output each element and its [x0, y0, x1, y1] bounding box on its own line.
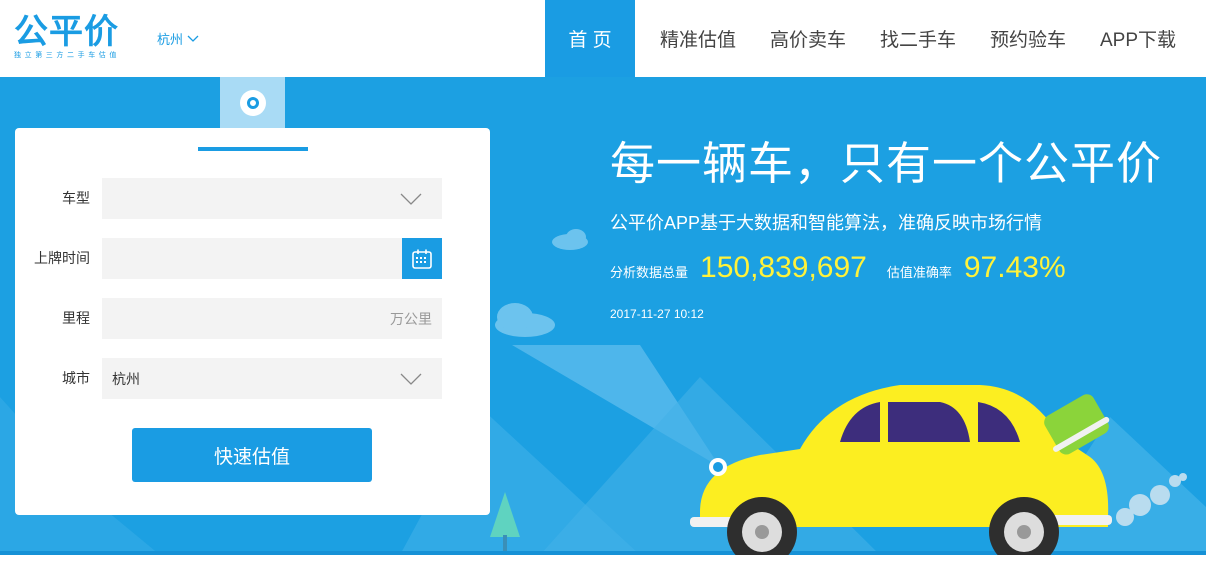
card-accent-line — [198, 147, 308, 151]
valuation-form: 车型 上牌时间 里程 万公里 城市 杭州 快速估值 — [15, 128, 490, 515]
cloud-icon — [552, 229, 588, 250]
nav-item-inspection[interactable]: 预约验车 — [973, 0, 1083, 77]
location-pin-tab — [220, 77, 285, 128]
calendar-button[interactable] — [402, 238, 442, 279]
plate-date-label: 上牌时间 — [34, 250, 90, 266]
mileage-unit: 万公里 — [390, 310, 432, 327]
accuracy-value: 97.43% — [963, 251, 1066, 284]
plate-date-input[interactable] — [102, 238, 442, 279]
car-model-label: 车型 — [62, 190, 90, 206]
banner-slogan: 每一辆车，只有一个公平价 — [610, 137, 1163, 190]
banner-sub-slogan: 公平价APP基于大数据和智能算法，准确反映市场行情 — [610, 213, 1043, 233]
mileage-input[interactable]: 万公里 — [102, 298, 442, 339]
form-row-car-model: 车型 — [15, 178, 490, 219]
hero-banner: 车型 上牌时间 里程 万公里 城市 杭州 快速估值 每一辆车，只有一个公平价 公… — [0, 77, 1206, 555]
location-pin-icon — [239, 89, 266, 116]
form-row-city: 城市 杭州 — [15, 358, 490, 399]
nav-item-sell-car[interactable]: 高价卖车 — [753, 0, 863, 77]
logo-text: 公平价 — [14, 12, 119, 52]
stats-row: 分析数据总量 150,839,697 估值准确率 97.43% — [610, 251, 1086, 285]
form-row-mileage: 里程 万公里 — [15, 298, 490, 339]
chevron-down-icon — [400, 193, 422, 205]
logo[interactable]: 公平价 独立第三方二手车估值 — [14, 14, 129, 62]
city-value: 杭州 — [112, 370, 140, 387]
nav-item-find-car[interactable]: 找二手车 — [863, 0, 973, 77]
car-model-select[interactable] — [102, 178, 442, 219]
cloud-icon — [495, 303, 555, 337]
accuracy-label: 估值准确率 — [886, 265, 952, 280]
main-nav: 首 页 精准估值 高价卖车 找二手车 预约验车 APP下载 — [545, 0, 1193, 77]
city-select[interactable]: 杭州 — [102, 358, 442, 399]
form-row-plate-date: 上牌时间 — [15, 238, 490, 279]
site-header: 公平价 独立第三方二手车估值 杭州 首 页 精准估值 高价卖车 找二手车 预约验… — [0, 0, 1206, 77]
car-illustration — [690, 385, 1112, 555]
chevron-down-icon — [187, 35, 199, 42]
chevron-down-icon — [400, 373, 422, 385]
calendar-icon — [412, 249, 432, 269]
data-total-value: 150,839,697 — [700, 251, 867, 284]
city-selector[interactable]: 杭州 — [157, 29, 199, 48]
city-label: 城市 — [62, 370, 90, 386]
nav-item-valuation[interactable]: 精准估值 — [643, 0, 753, 77]
data-total-label: 分析数据总量 — [610, 265, 689, 280]
nav-item-home[interactable]: 首 页 — [545, 0, 635, 77]
city-selector-label: 杭州 — [157, 32, 184, 47]
logo-tagline: 独立第三方二手车估值 — [14, 52, 120, 59]
update-timestamp: 2017-11-27 10:12 — [610, 307, 704, 321]
nav-item-app-download[interactable]: APP下载 — [1083, 0, 1193, 77]
quick-valuation-button[interactable]: 快速估值 — [132, 428, 372, 482]
mileage-label: 里程 — [62, 310, 90, 326]
